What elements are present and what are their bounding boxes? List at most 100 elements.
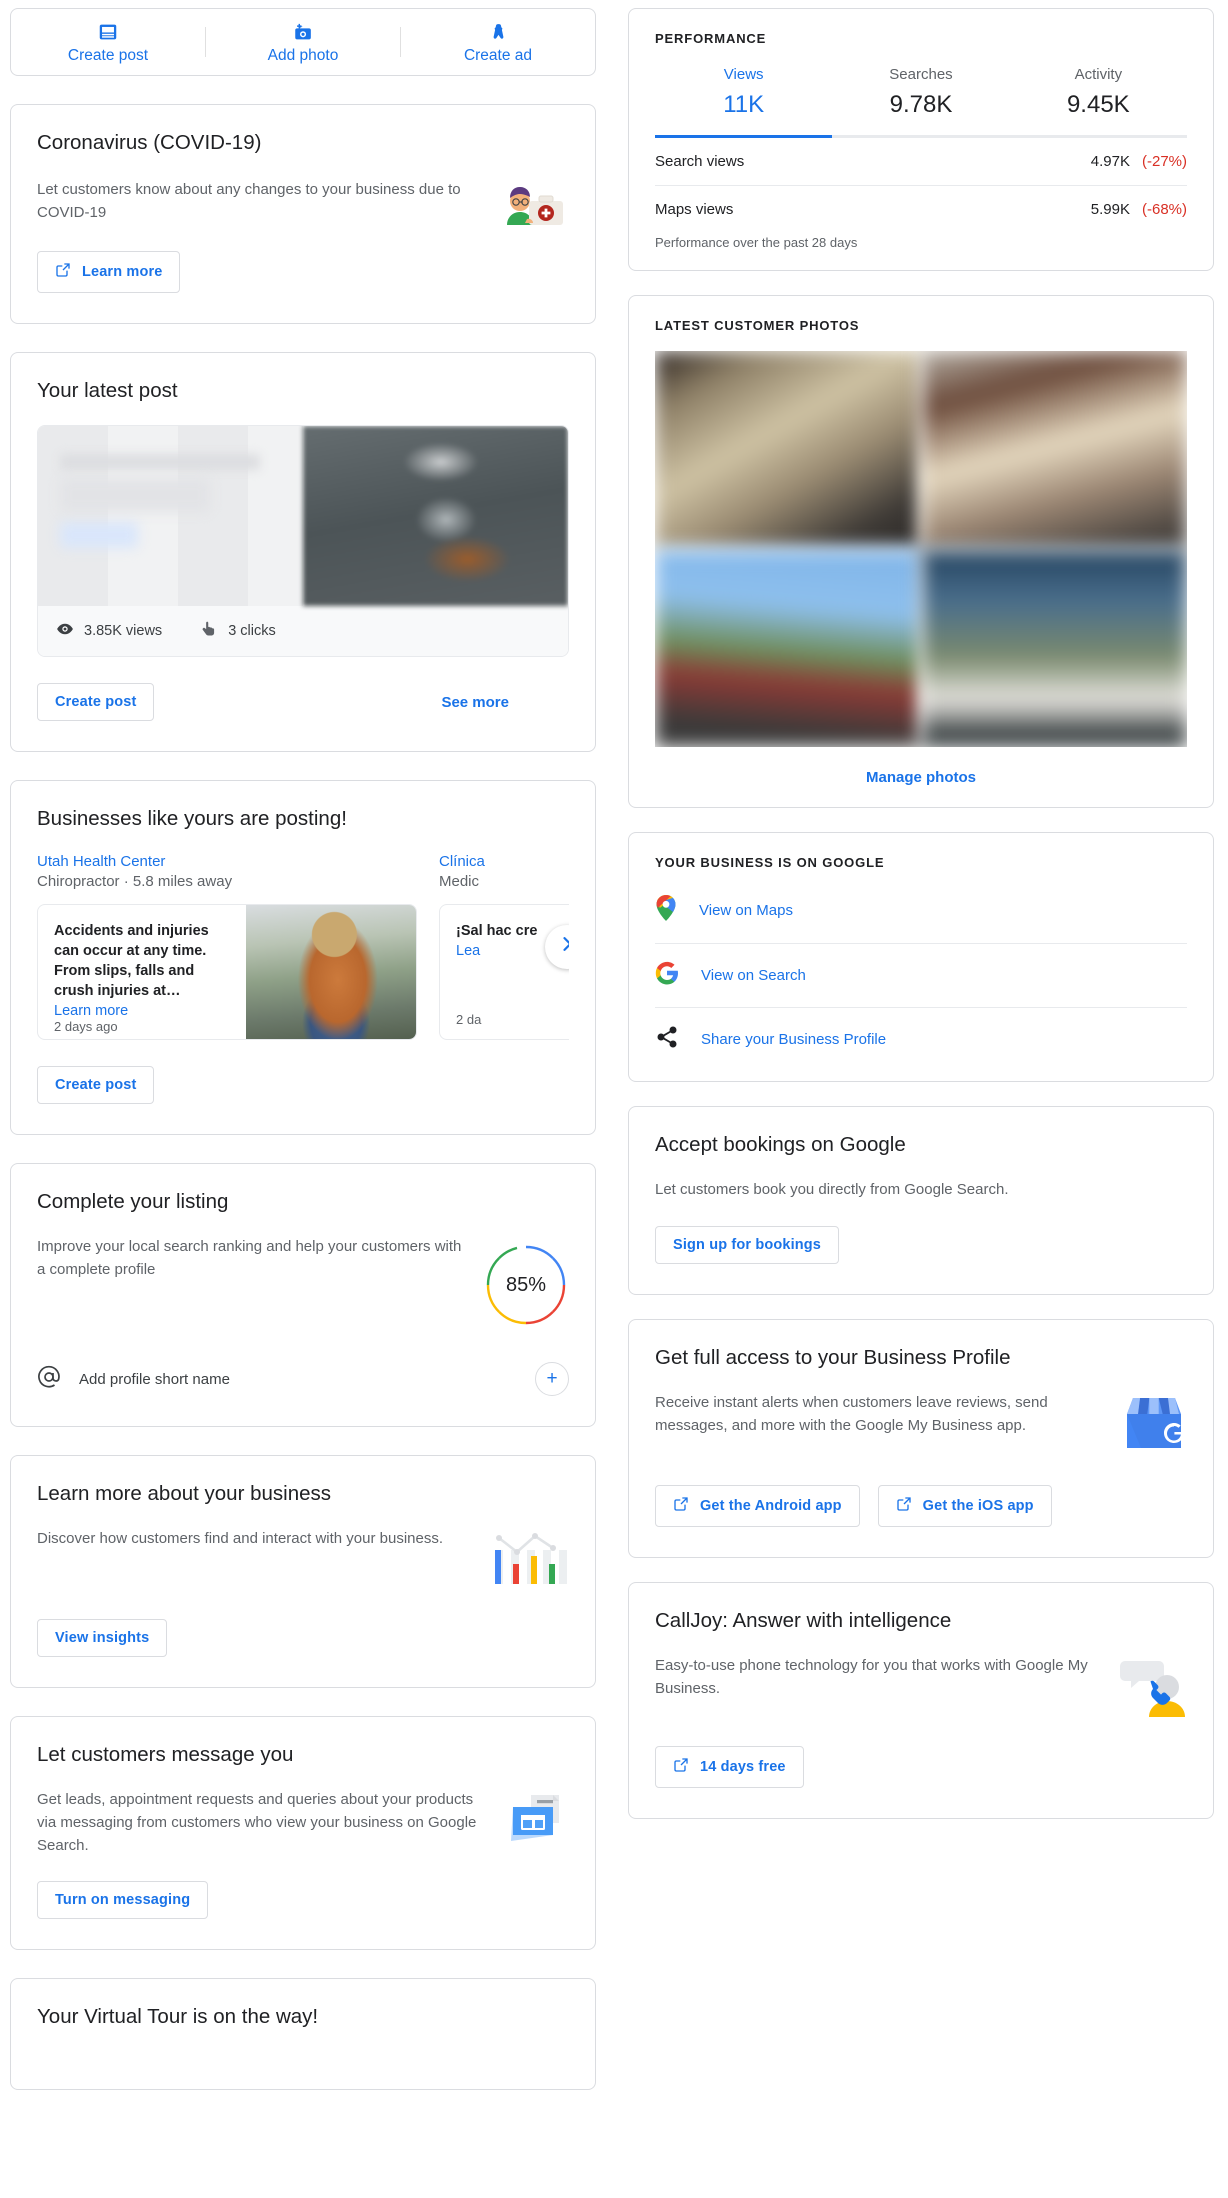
performance-tabs: Views 11K Searches 9.78K Activity 9.45K [655,66,1187,135]
post-preview[interactable]: 3.85K views 3 clicks [37,425,569,657]
google-ads-icon [487,20,510,44]
turn-on-messaging-label: Turn on messaging [55,1892,191,1909]
quick-actions-bar: Create post Add photo Create ad [10,8,596,76]
tab-activity-label: Activity [1074,66,1123,83]
covid-learn-more-button[interactable]: Learn more [37,251,181,293]
create-post-action-label: Create post [67,46,149,64]
see-more-link[interactable]: See more [441,694,509,711]
google-maps-pin-icon [655,895,677,926]
post-clicks-stat: 3 clicks [200,620,276,642]
calljoy-card-title: CallJoy: Answer with intelligence [655,1608,952,1632]
view-insights-button[interactable]: View insights [37,1619,168,1657]
profile-completion-percent: 85% [505,1273,547,1296]
create-post-action[interactable]: Create post [11,9,205,75]
insights-card-body: Discover how customers find and interact… [37,1530,444,1547]
similar-businesses-create-post-button[interactable]: Create post [37,1066,155,1104]
tab-views-value: 11K [723,91,765,118]
post-stats: 3.85K views 3 clicks [38,606,568,656]
post-views-stat: 3.85K views [56,620,162,642]
tab-views[interactable]: Views 11K [655,66,832,135]
bookings-card: Accept bookings on Google Let customers … [628,1106,1214,1295]
sidebar-item-view-on-search[interactable]: View on Search [655,944,1187,1008]
sidebar-item-share-profile[interactable]: Share your Business Profile [655,1008,1187,1071]
table-row: Search views 4.97K (-27%) [655,138,1187,186]
add-profile-short-name-button[interactable]: + [535,1362,569,1396]
profile-completion-ring: 85% [483,1242,569,1328]
business-meta: Chiropractor · 5.8 miles away [37,873,233,890]
external-link-icon [896,1496,912,1516]
similar-businesses-title: Businesses like yours are posting! [37,807,347,830]
covid-card: Coronavirus (COVID-19) Let customers kno… [10,104,596,324]
complete-listing-body: Improve your local search ranking and he… [37,1238,462,1278]
messaging-card-body: Get leads, appointment requests and quer… [37,1791,477,1854]
post-views-value: 3.85K views [84,623,163,639]
business-post-learn-more[interactable]: Learn more [54,1003,232,1019]
create-post-icon [97,20,119,44]
customer-photo-grid [655,351,1187,747]
dashboard: Create post Add photo Create ad Coronavi… [10,8,1218,2091]
get-ios-app-label: Get the iOS app [922,1497,1034,1514]
chevron-right-icon [557,934,569,959]
sidebar-item-view-on-maps[interactable]: View on Maps [655,878,1187,944]
customer-photo[interactable] [922,550,1187,747]
on-google-eyebrow: YOUR BUSINESS IS ON GOOGLE [655,855,885,870]
calljoy-card-body: Easy-to-use phone technology for you tha… [655,1656,1088,1697]
latest-post-create-post-label: Create post [55,694,137,710]
tab-searches-label: Searches [889,66,953,83]
business-meta: Medic [439,873,480,890]
messaging-card: Let customers message you Get leads, app… [10,1716,596,1951]
maps-views-value: 5.99K [1090,201,1130,218]
calljoy-trial-button[interactable]: 14 days free [655,1745,804,1788]
virtual-tour-card: Your Virtual Tour is on the way! [10,1978,596,2091]
post-clicks-value: 3 clicks [228,623,276,639]
tab-views-label: Views [723,66,764,83]
sign-up-for-bookings-button[interactable]: Sign up for bookings [655,1225,839,1264]
calljoy-card: CallJoy: Answer with intelligence Easy-t… [628,1581,1214,1819]
share-profile-label: Share your Business Profile [701,1031,887,1048]
view-insights-label: View insights [55,1630,150,1646]
left-column: Create post Add photo Create ad Coronavi… [10,8,596,2091]
add-photo-icon [292,20,315,44]
performance-eyebrow: PERFORMANCE [655,31,767,46]
tab-searches[interactable]: Searches 9.78K [832,66,1009,135]
customer-photo[interactable] [922,351,1187,548]
maps-views-label: Maps views [655,201,734,218]
manage-photos-link[interactable]: Manage photos [866,769,976,786]
full-access-card-title: Get full access to your Business Profile [655,1345,1011,1369]
business-post-card[interactable]: Accidents and injuries can occur at any … [37,904,417,1040]
performance-card: PERFORMANCE Views 11K Searches 9.78K Act… [628,8,1214,271]
performance-note: Performance over the past 28 days [655,235,858,250]
eye-icon [56,620,74,642]
right-column: PERFORMANCE Views 11K Searches 9.78K Act… [628,8,1214,1819]
latest-post-create-post-button[interactable]: Create post [37,683,155,721]
search-views-delta: (-27%) [1141,153,1187,170]
business-name-link[interactable]: Utah Health Center [37,853,417,870]
similar-businesses-create-post-label: Create post [55,1077,137,1093]
insights-bar-chart-icon [489,1528,569,1595]
business-post-age: 2 da [456,1012,482,1027]
customer-photo[interactable] [655,351,920,548]
business-name-link[interactable]: Clínica [439,853,569,870]
complete-listing-title: Complete your listing [37,1190,229,1213]
messaging-card-title: Let customers message you [37,1743,294,1766]
at-sign-icon [37,1365,61,1394]
insights-card-title: Learn more about your business [37,1482,332,1505]
google-g-icon [655,961,679,990]
get-android-app-button[interactable]: Get the Android app [655,1484,860,1527]
tab-activity[interactable]: Activity 9.45K [1010,66,1187,135]
turn-on-messaging-button[interactable]: Turn on messaging [37,1881,209,1920]
storefront-message-icon [507,1789,569,1856]
similar-businesses-carousel: Utah Health Center Chiropractor · 5.8 mi… [37,853,569,1040]
customer-photo[interactable] [655,550,920,747]
create-ad-action[interactable]: Create ad [401,9,595,75]
customer-photos-eyebrow: LATEST CUSTOMER PHOTOS [655,318,860,333]
add-photo-action-label: Add photo [267,46,339,64]
share-icon [655,1025,679,1054]
add-photo-action[interactable]: Add photo [206,9,400,75]
business-post-card[interactable]: ¡Sal hac cre Lea 2 da [439,904,569,1040]
create-ad-action-label: Create ad [463,46,533,64]
post-thumbnail [38,426,568,606]
sign-up-for-bookings-label: Sign up for bookings [673,1236,821,1253]
get-ios-app-button[interactable]: Get the iOS app [877,1484,1052,1527]
business-post-snippet: Accidents and injuries can occur at any … [54,923,209,999]
